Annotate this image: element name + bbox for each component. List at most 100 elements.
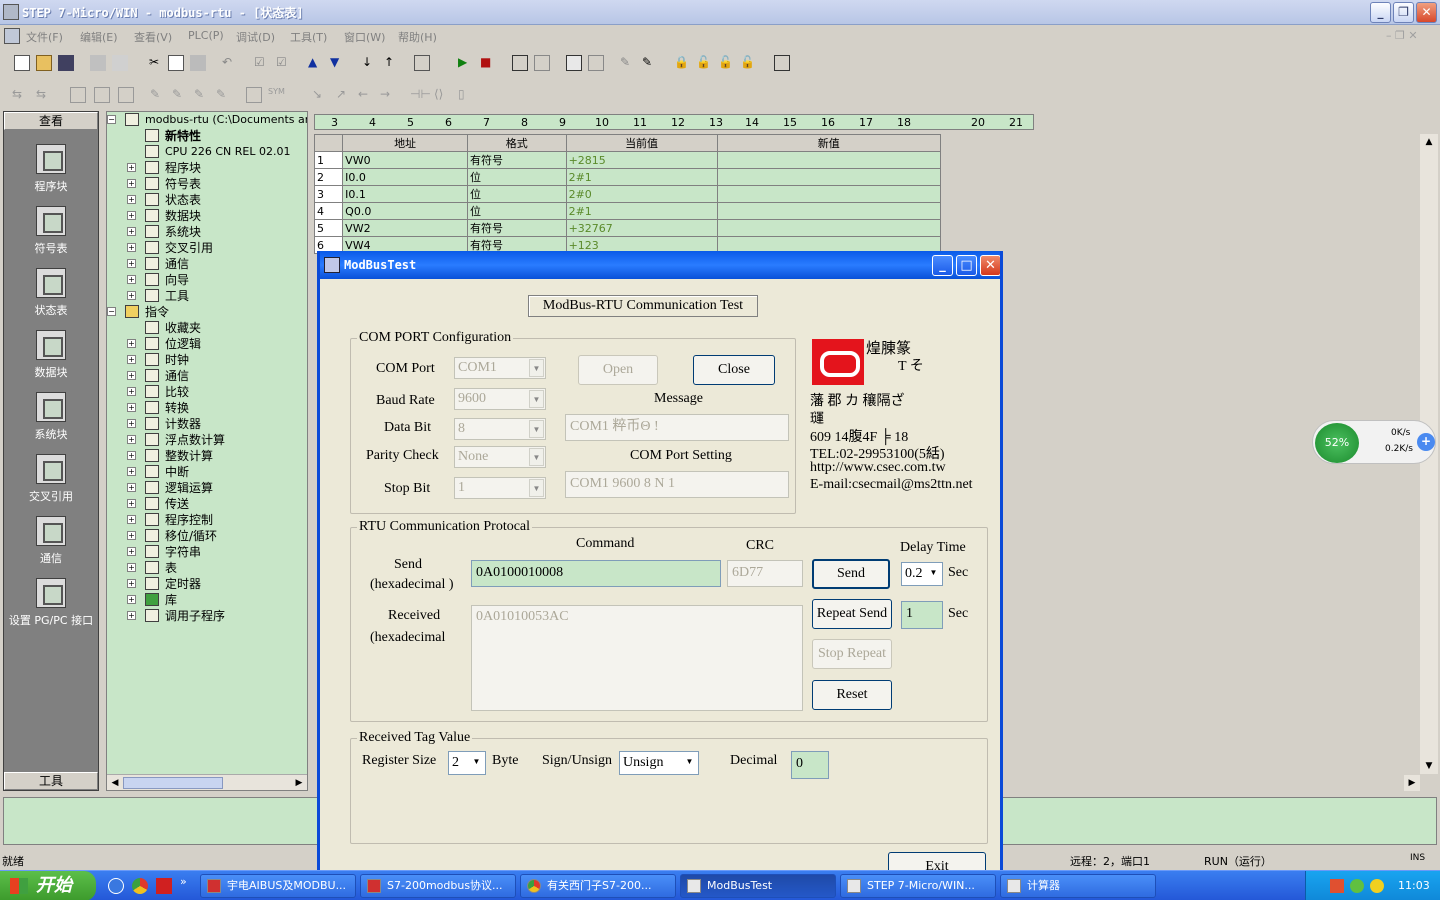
taskbar-item-aibus[interactable]: 宇电AIBUS及MODBU... <box>200 874 356 898</box>
delay-time-select[interactable]: 0.2 ▼ <box>901 562 943 586</box>
table-row[interactable]: 3 I0.1 位 2#0 <box>313 185 942 203</box>
repeat-send-button[interactable]: Repeat Send <box>812 599 892 629</box>
parity-select[interactable]: None ▼ <box>454 446 546 468</box>
tray-app-icon[interactable] <box>1330 879 1344 893</box>
start-button[interactable]: 开始 <box>0 871 96 900</box>
taskbar-item-modbustest[interactable]: ModBusTest <box>680 874 836 898</box>
nav-header-view[interactable]: 查看 <box>4 112 98 130</box>
expand-icon[interactable]: + <box>127 371 136 380</box>
nav-set-pg-pc[interactable]: 设置 PG/PC 接口 <box>4 578 98 628</box>
chevron-down-icon[interactable]: ▼ <box>529 359 544 377</box>
insert-network-icon[interactable]: ⇆ <box>12 87 28 103</box>
nav-cross-reference[interactable]: 交叉引用 <box>4 454 98 504</box>
box-icon[interactable]: ▯ <box>458 87 474 103</box>
header-format[interactable]: 格式 <box>466 134 567 152</box>
line-left-icon[interactable]: ← <box>358 87 374 103</box>
dialog-close-button[interactable]: ✕ <box>980 255 1000 276</box>
minimize-button[interactable]: _ <box>1370 2 1391 23</box>
delete-network-icon[interactable]: ⇆ <box>36 87 52 103</box>
print-preview-icon[interactable] <box>112 55 128 71</box>
taskbar-item-step7[interactable]: STEP 7-Micro/WIN... <box>840 874 996 898</box>
trend-view-icon[interactable] <box>774 55 790 71</box>
expand-icon[interactable]: + <box>127 579 136 588</box>
apply-icon[interactable]: ✎ <box>194 87 210 103</box>
symbol-table-icon[interactable] <box>246 87 262 103</box>
expand-icon[interactable]: + <box>127 403 136 412</box>
open-icon[interactable] <box>36 55 52 71</box>
nav-program-block[interactable]: 程序块 <box>4 144 98 194</box>
undo-icon[interactable]: ↶ <box>222 55 238 71</box>
program-status-icon[interactable] <box>512 55 528 71</box>
quicklaunch-ie-icon[interactable] <box>108 878 124 894</box>
format-cell[interactable]: 有符号 <box>466 151 567 169</box>
copy-icon[interactable] <box>168 55 184 71</box>
pause-status-icon[interactable] <box>534 55 550 71</box>
sort-desc-icon[interactable]: ↑ <box>384 55 400 71</box>
new-value-cell[interactable] <box>716 185 942 203</box>
nav-symbol-table[interactable]: 符号表 <box>4 206 98 256</box>
expand-icon[interactable]: + <box>127 355 136 364</box>
scroll-left-icon[interactable]: ◀ <box>107 775 123 790</box>
expand-icon[interactable]: + <box>127 467 136 476</box>
force-icon[interactable]: ✎ <box>642 55 658 71</box>
chevron-down-icon[interactable]: ▼ <box>529 448 544 466</box>
close-button[interactable]: ✕ <box>1416 2 1437 23</box>
chevron-down-icon[interactable]: ▼ <box>926 564 941 582</box>
address-cell[interactable]: I0.0 <box>342 168 468 186</box>
com-port-select[interactable]: COM1 ▼ <box>454 357 546 379</box>
expand-icon[interactable]: + <box>127 259 136 268</box>
table-row[interactable]: 1 VW0 有符号 +2815 <box>313 151 942 169</box>
net-monitor-widget[interactable]: 52% 0K/s 0.2K/s + <box>1312 420 1436 464</box>
quicklaunch-app-icon[interactable] <box>156 878 172 894</box>
nav-communication[interactable]: 通信 <box>4 516 98 566</box>
chevron-down-icon[interactable]: ▼ <box>529 479 544 497</box>
expand-icon[interactable]: + <box>127 563 136 572</box>
editor-hscroll-right-icon[interactable]: ▶ <box>1404 775 1420 791</box>
expand-icon[interactable]: + <box>127 483 136 492</box>
symbol-addressing-icon[interactable]: SYM <box>268 87 285 103</box>
nav-system-block[interactable]: 系统块 <box>4 392 98 442</box>
command-input[interactable]: 0A0100010008 <box>471 560 721 587</box>
single-read-icon[interactable] <box>588 55 604 71</box>
save-icon[interactable] <box>58 55 74 71</box>
menu-edit[interactable]: 编辑(E) <box>80 29 118 45</box>
toggle-poi-icon[interactable] <box>70 87 86 103</box>
write-all-icon[interactable]: ✎ <box>620 55 636 71</box>
new-value-cell[interactable] <box>716 168 942 186</box>
register-size-select[interactable]: 2 ▼ <box>448 751 486 775</box>
expand-icon[interactable]: + <box>127 451 136 460</box>
menu-view[interactable]: 查看(V) <box>134 29 172 45</box>
send-button[interactable]: Send <box>812 559 890 589</box>
stop-repeat-button[interactable]: Stop Repeat <box>812 639 892 669</box>
nav-footer-tools[interactable]: 工具 <box>4 772 98 790</box>
address-cell[interactable]: I0.1 <box>342 185 468 203</box>
expand-icon[interactable]: + <box>127 499 136 508</box>
dialog-title-bar[interactable]: ModBusTest _ □ ✕ <box>320 251 1000 279</box>
table-row[interactable]: 5 VW2 有符号 +32767 <box>313 219 942 237</box>
line-down-icon[interactable]: ↘ <box>312 87 328 103</box>
sign-unsign-select[interactable]: Unsign ▼ <box>619 751 699 775</box>
stop-icon[interactable]: ■ <box>480 55 496 71</box>
app-icon[interactable] <box>3 4 19 20</box>
expand-icon[interactable]: + <box>127 195 136 204</box>
read-force-icon[interactable]: 🔓 <box>740 55 756 71</box>
open-button[interactable]: Open <box>578 355 658 385</box>
header-new-value[interactable]: 新值 <box>716 134 942 152</box>
taskbar-item-browser[interactable]: 有关西门子S7-200... <box>520 874 676 898</box>
tray-add-icon[interactable] <box>1370 879 1384 893</box>
chevron-down-icon[interactable]: ▼ <box>529 390 544 408</box>
header-address[interactable]: 地址 <box>342 134 468 152</box>
table-row[interactable]: 2 I0.0 位 2#1 <box>313 168 942 186</box>
menu-plc[interactable]: PLC(P) <box>188 29 224 42</box>
doc-icon[interactable] <box>4 28 20 44</box>
format-cell[interactable]: 有符号 <box>466 219 567 237</box>
compile-icon[interactable]: ☑ <box>254 55 270 71</box>
expand-icon[interactable]: + <box>127 515 136 524</box>
reset-button[interactable]: Reset <box>812 680 892 710</box>
repeat-interval-input[interactable]: 1 <box>901 601 943 629</box>
line-up-icon[interactable]: ↗ <box>336 87 352 103</box>
lock-icon[interactable]: 🔒 <box>674 55 690 71</box>
expand-icon[interactable]: + <box>127 275 136 284</box>
expand-icon[interactable]: + <box>127 163 136 172</box>
contact-icon[interactable]: ⊣⊢ <box>410 87 431 103</box>
